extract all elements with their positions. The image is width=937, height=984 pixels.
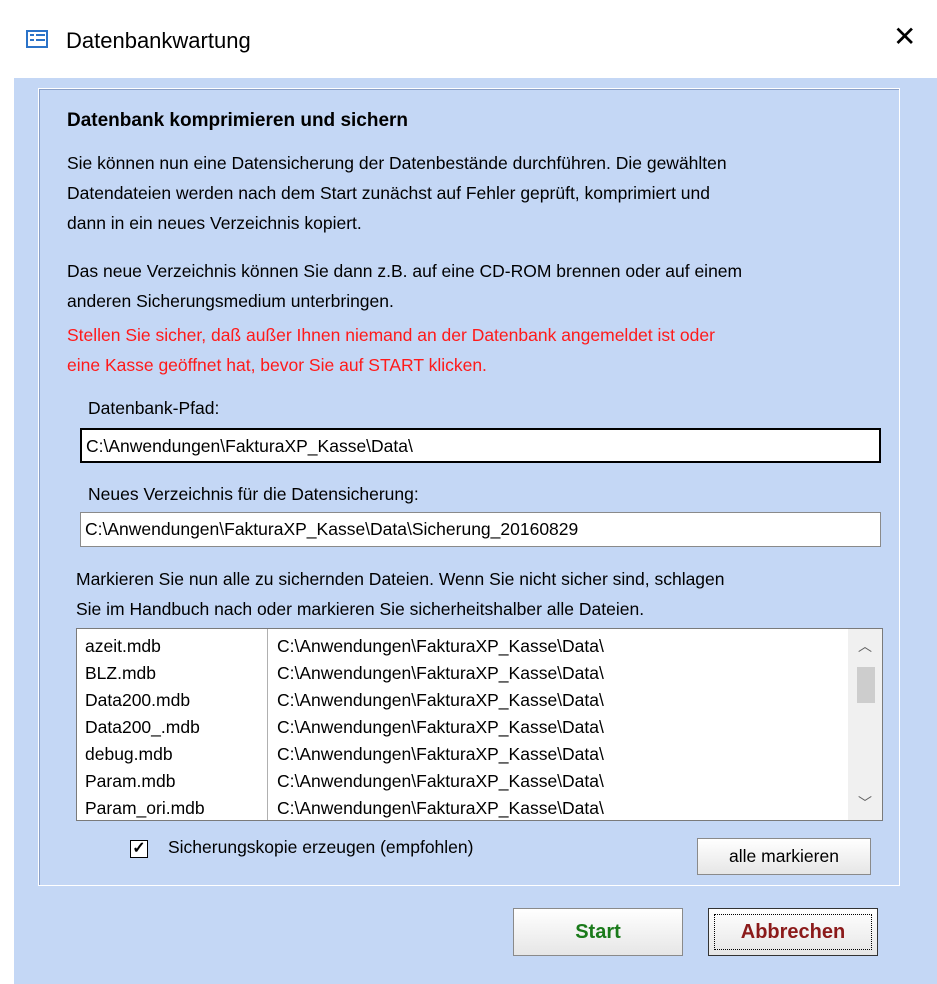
info-text: Das neue Verzeichnis können Sie dann z.B… [67,256,897,316]
file-path: C:\Anwendungen\FakturaXP_Kasse\Data\ [277,690,604,710]
window-title: Datenbankwartung [66,28,251,53]
file-path: C:\Anwendungen\FakturaXP_Kasse\Data\ [277,636,604,656]
file-path: C:\Anwendungen\FakturaXP_Kasse\Data\ [277,744,604,764]
backup-copy-label[interactable]: Sicherungskopie erzeugen (empfohlen) [168,837,473,858]
file-list[interactable]: azeit.mdb C:\Anwendungen\FakturaXP_Kasse… [76,628,883,821]
list-item[interactable]: Data200_.mdb C:\Anwendungen\FakturaXP_Ka… [77,714,847,741]
file-name: azeit.mdb [85,636,161,656]
intro-line: dann in ein neues Verzeichnis kopiert. [67,213,362,233]
file-path: C:\Anwendungen\FakturaXP_Kasse\Data\ [277,798,604,818]
mark-all-button[interactable]: alle markieren [697,838,871,875]
chevron-down-icon[interactable]: ﹀ [848,786,882,820]
warning-line: eine Kasse geöffnet hat, bevor Sie auf S… [67,355,487,375]
file-name: Data200_.mdb [85,717,200,737]
backup-dir-field[interactable]: C:\Anwendungen\FakturaXP_Kasse\Data\Sich… [80,512,881,547]
backup-dir-label: Neues Verzeichnis für die Datensicherung… [88,484,419,504]
info-line: anderen Sicherungsmedium unterbringen. [67,291,394,311]
info-line: Das neue Verzeichnis können Sie dann z.B… [67,261,743,281]
list-item[interactable]: azeit.mdb C:\Anwendungen\FakturaXP_Kasse… [77,633,847,660]
file-name: debug.mdb [85,744,173,764]
chevron-up-icon[interactable]: ︿ [848,629,882,663]
cancel-button[interactable]: Abbrechen [708,908,878,956]
file-path: C:\Anwendungen\FakturaXP_Kasse\Data\ [277,771,604,791]
list-item[interactable]: Param.mdb C:\Anwendungen\FakturaXP_Kasse… [77,768,847,795]
list-item[interactable]: debug.mdb C:\Anwendungen\FakturaXP_Kasse… [77,741,847,768]
intro-line: Datendateien werden nach dem Start zunäc… [67,183,710,203]
section-heading: Datenbank komprimieren und sichern [67,110,409,131]
backup-copy-checkbox[interactable]: ✓ [130,840,148,858]
start-button[interactable]: Start [513,908,683,956]
db-path-field[interactable]: C:\Anwendungen\FakturaXP_Kasse\Data\ [80,428,881,463]
file-name: Param.mdb [85,771,176,791]
list-scrollbar[interactable]: ︿ ﹀ [848,629,882,820]
form-icon [26,30,48,48]
intro-line: Sie können nun eine Datensicherung der D… [67,153,727,173]
file-name: BLZ.mdb [85,663,156,683]
scrollbar-thumb[interactable] [857,667,875,703]
warning-line: Stellen Sie sicher, daß außer Ihnen niem… [67,325,715,345]
list-item[interactable]: Data200.mdb C:\Anwendungen\FakturaXP_Kas… [77,687,847,714]
dialog-window: Datenbankwartung ✕ Datenbank komprimiere… [0,0,937,984]
close-icon[interactable]: ✕ [893,22,916,52]
files-hint-line: Markieren Sie nun alle zu sichernden Dat… [76,569,725,589]
files-hint-text: Markieren Sie nun alle zu sichernden Dat… [76,564,906,624]
files-hint-line: Sie im Handbuch nach oder markieren Sie … [76,599,645,619]
file-path: C:\Anwendungen\FakturaXP_Kasse\Data\ [277,663,604,683]
title-bar[interactable]: Datenbankwartung ✕ [0,0,937,78]
intro-text: Sie können nun eine Datensicherung der D… [67,148,897,238]
warning-text: Stellen Sie sicher, daß außer Ihnen niem… [67,320,897,380]
db-path-label: Datenbank-Pfad: [88,398,220,418]
list-item[interactable]: BLZ.mdb C:\Anwendungen\FakturaXP_Kasse\D… [77,660,847,687]
file-name: Data200.mdb [85,690,191,710]
file-name: Param_ori.mdb [85,798,205,818]
file-path: C:\Anwendungen\FakturaXP_Kasse\Data\ [277,717,604,737]
list-item[interactable]: Param_ori.mdb C:\Anwendungen\FakturaXP_K… [77,795,847,820]
